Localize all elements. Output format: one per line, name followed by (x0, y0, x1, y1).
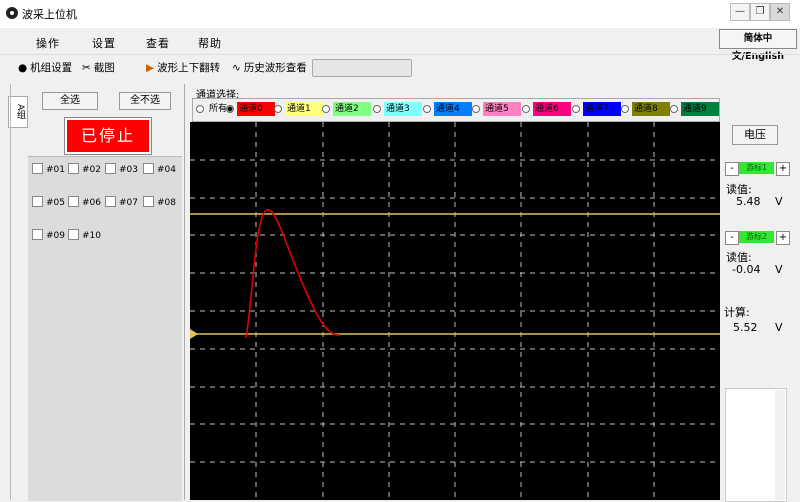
waveform-icon: ∿ (232, 62, 241, 74)
channel-option-10[interactable]: 通道9 (670, 102, 719, 116)
channel-label: 通道3 (384, 102, 422, 116)
checkbox-06[interactable]: #06 (68, 196, 101, 208)
menu-settings[interactable]: 设置 (92, 35, 116, 51)
calc-unit: V (775, 321, 783, 334)
calc-label: 计算: (724, 306, 750, 319)
checkbox-03[interactable]: #03 (105, 163, 138, 175)
radio-button[interactable] (322, 105, 330, 113)
app-icon (6, 7, 18, 19)
radio-button[interactable] (472, 105, 480, 113)
calc-value: 5.52 (733, 321, 758, 334)
channel-option-6[interactable]: 通道5 (472, 102, 521, 116)
channel-label: 通道6 (533, 102, 571, 116)
cursor1-unit: V (775, 195, 783, 208)
channel-option-7[interactable]: 通道6 (522, 102, 571, 116)
checkbox-08[interactable]: #08 (143, 196, 176, 208)
scissors-icon: ✂ (82, 62, 91, 74)
language-button[interactable]: 简体中文/English (719, 29, 797, 62)
select-all-button[interactable]: 全选 (42, 92, 98, 110)
select-none-button[interactable]: 全不选 (119, 92, 171, 110)
channel-label: 通道8 (632, 102, 670, 116)
radio-button[interactable] (621, 105, 629, 113)
cursor2-unit: V (775, 263, 783, 276)
menu-view[interactable]: 查看 (146, 35, 170, 51)
unit-settings-button[interactable]: ● 机组设置 (18, 60, 72, 75)
checkbox-10[interactable]: #10 (68, 229, 101, 241)
close-button[interactable]: ✕ (770, 3, 790, 21)
radio-button[interactable] (670, 105, 678, 113)
waveform-plot[interactable] (190, 122, 720, 500)
cursor2-plus-button[interactable]: + (776, 231, 790, 245)
radio-button[interactable] (196, 105, 204, 113)
radio-button[interactable] (572, 105, 580, 113)
cursor2-value: -0.04 (732, 263, 761, 276)
cursor2-minus-button[interactable]: - (725, 231, 739, 245)
left-divider (10, 84, 11, 500)
channel-option-2[interactable]: 通道1 (274, 102, 323, 116)
checkbox-09[interactable]: #09 (32, 229, 65, 241)
channel-option-0[interactable]: 所有 (196, 102, 229, 116)
radio-button[interactable] (522, 105, 530, 113)
channel-option-9[interactable]: 通道8 (621, 102, 670, 116)
menu-bar (0, 28, 800, 52)
channel-label: 通道0 (237, 102, 275, 116)
checkbox-box[interactable] (68, 229, 79, 240)
checkbox-05[interactable]: #05 (32, 196, 65, 208)
checkbox-04[interactable]: #04 (143, 163, 176, 175)
history-waveform-button[interactable]: ∿ 历史波形查看 (232, 60, 307, 75)
cursor2-label: 游标2 (739, 231, 774, 243)
radio-button[interactable] (423, 105, 431, 113)
menu-help[interactable]: 帮助 (198, 35, 222, 51)
checkbox-box[interactable] (32, 196, 43, 207)
group-tab[interactable]: A组 (8, 96, 28, 128)
progress-bar (312, 59, 412, 77)
channel-option-8[interactable]: 通道7 (572, 102, 621, 116)
checkbox-box[interactable] (143, 196, 154, 207)
checkbox-box[interactable] (32, 163, 43, 174)
flip-waveform-button[interactable]: ▶ 波形上下翻转 (146, 60, 220, 75)
channel-label: 通道2 (333, 102, 371, 116)
minimize-button[interactable]: — (730, 3, 750, 21)
checkbox-box[interactable] (68, 163, 79, 174)
checkbox-box[interactable] (105, 196, 116, 207)
checkbox-02[interactable]: #02 (68, 163, 101, 175)
log-scrollbar[interactable] (775, 390, 785, 500)
channel-option-1[interactable]: 通道0 (226, 102, 275, 116)
screenshot-button[interactable]: ✂ 截图 (82, 60, 115, 75)
panel-splitter[interactable] (184, 84, 185, 500)
checkbox-box[interactable] (32, 229, 43, 240)
channel-label: 通道9 (681, 102, 719, 116)
voltage-button[interactable]: 电压 (732, 125, 778, 145)
channel-label: 通道4 (434, 102, 472, 116)
channel-label: 通道1 (285, 102, 323, 116)
cursor1-label: 游标1 (739, 162, 774, 174)
window-title: 波采上位机 (22, 8, 77, 21)
flip-icon: ▶ (146, 62, 155, 74)
menu-operate[interactable]: 操作 (36, 35, 60, 51)
channel-option-4[interactable]: 通道3 (373, 102, 422, 116)
radio-button[interactable] (226, 105, 234, 113)
cursor1-plus-button[interactable]: + (776, 162, 790, 176)
channel-option-3[interactable]: 通道2 (322, 102, 371, 116)
cursor1-minus-button[interactable]: - (725, 162, 739, 176)
restore-button[interactable]: ❐ (750, 3, 770, 21)
plot-grid (190, 122, 720, 500)
checkbox-box[interactable] (68, 196, 79, 207)
checkbox-01[interactable]: #01 (32, 163, 65, 175)
status-indicator[interactable]: 已停止 (64, 117, 152, 155)
title-bar (0, 0, 800, 29)
channel-label: 通道7 (583, 102, 621, 116)
channel-label: 通道5 (483, 102, 521, 116)
waveform-trace-channel0 (245, 209, 341, 339)
pin-icon: ● (18, 62, 28, 74)
cursor1-value: 5.48 (736, 195, 761, 208)
toolbar-divider (0, 54, 800, 55)
trigger-marker (190, 329, 198, 339)
channel-option-5[interactable]: 通道4 (423, 102, 472, 116)
checkbox-07[interactable]: #07 (105, 196, 138, 208)
radio-button[interactable] (274, 105, 282, 113)
checkbox-box[interactable] (143, 163, 154, 174)
checkbox-box[interactable] (105, 163, 116, 174)
radio-button[interactable] (373, 105, 381, 113)
